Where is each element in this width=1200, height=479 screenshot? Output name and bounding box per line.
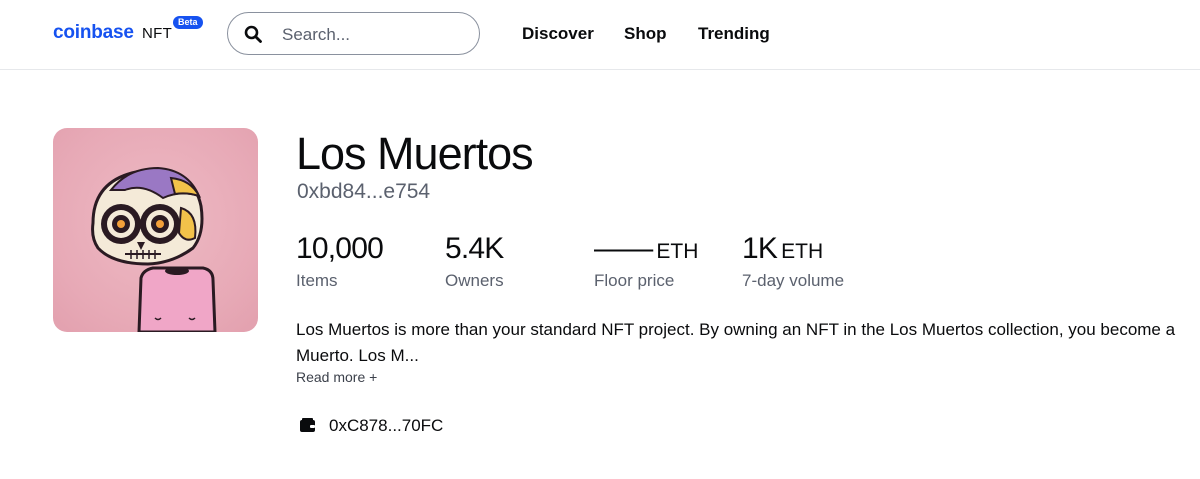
stat-label: Items [296,271,338,290]
stat-unit: ETH [781,240,824,263]
skull-avatar-image [91,166,217,332]
search-input[interactable] [280,22,469,48]
stat-floor-price: —— ETH Floor price [594,232,698,291]
stat-number: 5.4K [445,232,504,265]
stat-label: Floor price [594,271,675,290]
stat-value: 5.4K [445,232,504,266]
owner-address: 0xC878...70FC [329,416,444,435]
stat-value: —— ETH [594,232,698,266]
contract-address[interactable]: 0xbd84...e754 [297,180,430,204]
collection-description: Los Muertos is more than your standard N… [296,320,1176,365]
stat-items: 10,000 Items [296,232,384,291]
nav-trending[interactable]: Trending [698,24,770,44]
nav-shop[interactable]: Shop [624,24,667,44]
beta-badge: Beta [173,16,203,29]
nav-discover[interactable]: Discover [522,24,594,44]
stat-number: 10,000 [296,232,384,265]
collection-avatar [53,128,258,332]
stat-value: 1K ETH [742,232,844,266]
stat-number: —— [594,232,653,265]
logo-brand-text: coinbase [53,22,134,43]
top-header: coinbase NFT Beta Discover Shop Trending [0,0,1200,70]
stat-label: 7-day volume [742,271,845,290]
stat-number: 1K [742,232,778,265]
stat-label: Owners [445,271,504,290]
logo-nft-text: NFT [142,25,173,42]
search-icon [244,25,262,43]
wallet-icon [300,418,315,432]
search-box[interactable] [227,12,480,55]
read-more-link[interactable]: Read more + [296,369,377,385]
stat-unit: ETH [656,240,699,263]
stat-value: 10,000 [296,232,384,266]
collection-title: Los Muertos [296,128,534,179]
stat-owners: 5.4K Owners [445,232,504,291]
stat-volume: 1K ETH 7-day volume [742,232,844,291]
